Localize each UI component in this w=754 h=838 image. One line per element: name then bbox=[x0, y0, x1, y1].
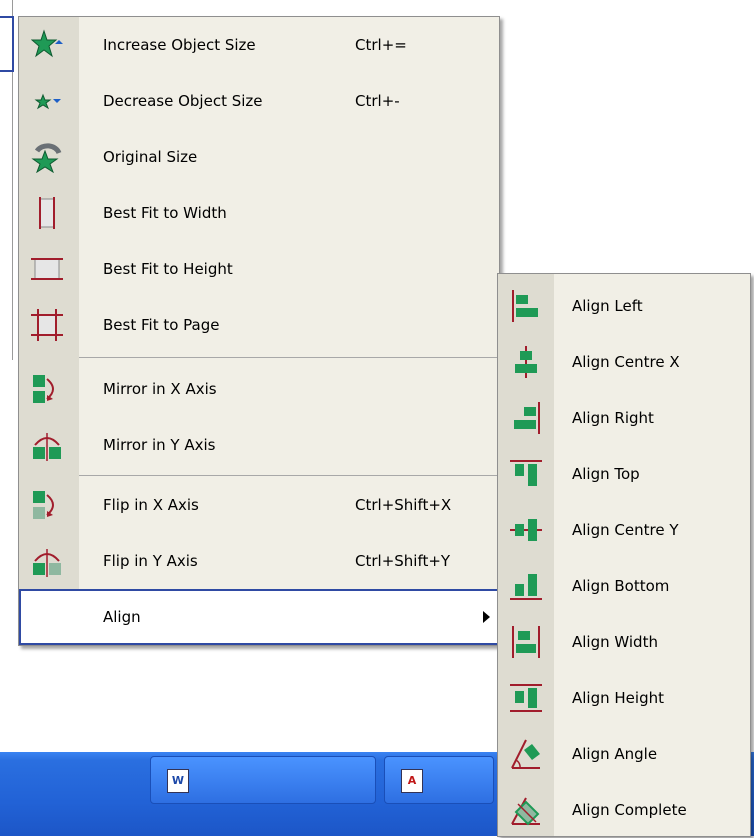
fit-height-icon bbox=[31, 258, 63, 280]
menu-item-label: Align Angle bbox=[572, 745, 658, 763]
menu-item-label: Original Size bbox=[103, 148, 198, 166]
star-reset-icon bbox=[31, 143, 62, 173]
menu-item-label: Best Fit to Page bbox=[103, 316, 220, 334]
mirror-y-icon bbox=[33, 433, 61, 461]
object-context-menu: Increase Object Size Ctrl+= Decrease Obj… bbox=[18, 16, 500, 646]
fit-width-icon bbox=[39, 197, 55, 229]
menu-item-best-fit-page[interactable]: Best Fit to Page bbox=[19, 297, 499, 353]
menu-item-decrease-object-size[interactable]: Decrease Object Size Ctrl+- bbox=[19, 73, 499, 129]
flip-y-icon bbox=[33, 549, 61, 577]
menu-item-label: Align Complete bbox=[572, 801, 687, 819]
menu-item-label: Align Height bbox=[572, 689, 664, 707]
menu-separator bbox=[79, 475, 497, 476]
menu-item-label: Align Width bbox=[572, 633, 658, 651]
submenu-arrow-icon bbox=[483, 611, 490, 623]
menu-item-align[interactable]: Align bbox=[19, 589, 499, 645]
align-bottom-icon bbox=[510, 574, 542, 600]
mirror-x-icon bbox=[33, 375, 54, 403]
star-grow-icon bbox=[31, 29, 63, 58]
align-top-icon bbox=[510, 460, 542, 486]
menu-item-align-bottom[interactable]: Align Bottom bbox=[498, 558, 750, 614]
menu-item-label: Align Left bbox=[572, 297, 643, 315]
align-complete-icon bbox=[511, 797, 540, 826]
align-right-icon bbox=[514, 402, 540, 434]
menu-item-label: Flip in Y Axis bbox=[103, 552, 198, 570]
menu-item-label: Best Fit to Height bbox=[103, 260, 233, 278]
menu-item-align-angle[interactable]: Align Angle bbox=[498, 726, 750, 782]
menu-item-flip-y-axis[interactable]: Flip in Y Axis Ctrl+Shift+Y bbox=[19, 533, 499, 589]
menu-item-label: Align Top bbox=[572, 465, 640, 483]
taskbar-button-word[interactable]: W bbox=[150, 756, 376, 804]
menu-item-label: Align bbox=[103, 608, 141, 626]
word-document-icon: W bbox=[167, 769, 189, 793]
menu-item-best-fit-height[interactable]: Best Fit to Height bbox=[19, 241, 499, 297]
menu-item-shortcut: Ctrl+- bbox=[355, 92, 400, 110]
menu-item-label: Increase Object Size bbox=[103, 36, 256, 54]
menu-item-align-left[interactable]: Align Left bbox=[498, 278, 750, 334]
menu-item-shortcut: Ctrl+= bbox=[355, 36, 407, 54]
menu-item-shortcut: Ctrl+Shift+Y bbox=[355, 552, 451, 570]
star-shrink-icon bbox=[34, 93, 61, 110]
align-left-icon bbox=[512, 290, 538, 322]
align-angle-icon bbox=[511, 739, 540, 769]
menu-item-align-top[interactable]: Align Top bbox=[498, 446, 750, 502]
flip-x-icon bbox=[33, 491, 54, 519]
menu-item-shortcut: Ctrl+Shift+X bbox=[355, 496, 452, 514]
menu-item-label: Align Right bbox=[572, 409, 654, 427]
menu-item-original-size[interactable]: Original Size bbox=[19, 129, 499, 185]
menu-item-increase-object-size[interactable]: Increase Object Size Ctrl+= bbox=[19, 17, 499, 73]
menu-separator bbox=[79, 357, 497, 358]
align-centre-x-icon bbox=[515, 346, 537, 378]
menu-item-best-fit-width[interactable]: Best Fit to Width bbox=[19, 185, 499, 241]
background-selection-edge bbox=[0, 16, 14, 72]
menu-item-label: Decrease Object Size bbox=[103, 92, 263, 110]
menu-item-label: Mirror in X Axis bbox=[103, 380, 217, 398]
menu-item-label: Align Bottom bbox=[572, 577, 670, 595]
align-centre-y-icon bbox=[510, 519, 542, 541]
menu-item-align-centre-x[interactable]: Align Centre X bbox=[498, 334, 750, 390]
pdf-document-icon: A bbox=[401, 769, 423, 793]
align-submenu: Align Left Align Centre X Align Right Al… bbox=[497, 273, 751, 837]
menu-item-label: Best Fit to Width bbox=[103, 204, 227, 222]
menu-item-align-complete[interactable]: Align Complete bbox=[498, 782, 750, 838]
menu-item-align-right[interactable]: Align Right bbox=[498, 390, 750, 446]
menu-item-label: Align Centre X bbox=[572, 353, 680, 371]
align-width-icon bbox=[512, 626, 540, 658]
menu-item-label: Mirror in Y Axis bbox=[103, 436, 216, 454]
menu-item-align-width[interactable]: Align Width bbox=[498, 614, 750, 670]
menu-item-mirror-y-axis[interactable]: Mirror in Y Axis bbox=[19, 417, 499, 473]
menu-item-align-height[interactable]: Align Height bbox=[498, 670, 750, 726]
menu-item-label: Align Centre Y bbox=[572, 521, 679, 539]
fit-page-icon bbox=[31, 309, 63, 341]
align-height-icon bbox=[510, 684, 542, 712]
menu-item-align-centre-y[interactable]: Align Centre Y bbox=[498, 502, 750, 558]
menu-item-mirror-x-axis[interactable]: Mirror in X Axis bbox=[19, 361, 499, 417]
menu-item-flip-x-axis[interactable]: Flip in X Axis Ctrl+Shift+X bbox=[19, 477, 499, 533]
menu-item-label: Flip in X Axis bbox=[103, 496, 199, 514]
taskbar-button-pdf[interactable]: A bbox=[384, 756, 494, 804]
